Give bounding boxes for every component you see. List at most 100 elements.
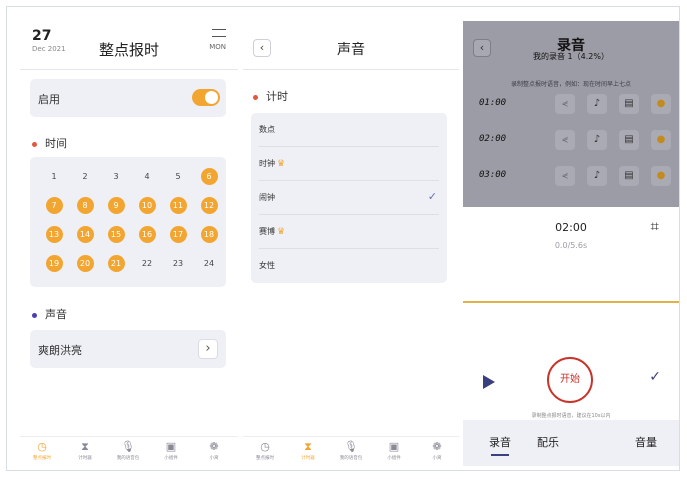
tab-hourglass[interactable]: ⧗ 计时器 bbox=[288, 440, 328, 461]
hour-cell[interactable]: 2 bbox=[77, 168, 94, 185]
hours-grid: 1 2 3 4 5 6 7 8 9 10 11 12 13 14 15 16 17 18 19 20 21 22 23 24 bbox=[30, 157, 226, 287]
hour-cell[interactable]: 9 bbox=[107, 197, 125, 214]
hour-cell[interactable]: 10 bbox=[138, 197, 156, 214]
tab-widget[interactable]: ▣ 小组件 bbox=[151, 440, 191, 461]
crown-icon: ♛ bbox=[277, 227, 286, 237]
enable-row: 启用 bbox=[30, 79, 226, 117]
hour-cell[interactable]: 1 bbox=[46, 168, 63, 185]
divider bbox=[243, 69, 459, 70]
recording-row: 02:00 ⋞ ♪ ▤ ● bbox=[473, 129, 671, 151]
tab-label: 我的语音包 bbox=[116, 456, 140, 461]
sound-option-text: 数点 bbox=[259, 125, 275, 134]
sheet-tab[interactable]: 录音 bbox=[489, 434, 511, 456]
tab-clock[interactable]: ◷ 整点报时 bbox=[245, 440, 285, 461]
share-icon[interactable]: ⋞ bbox=[555, 130, 575, 150]
section-dot bbox=[253, 94, 258, 100]
tab-label: 小窝 bbox=[209, 456, 219, 461]
recording-row-time: 01:00 bbox=[479, 98, 507, 108]
tab-mic[interactable]: 🎙 我的语音包 bbox=[331, 440, 371, 461]
hour-cell[interactable]: 21 bbox=[107, 255, 125, 272]
confirm-check-icon[interactable]: ✓ bbox=[649, 369, 661, 385]
sound-option-text: 女性 bbox=[259, 261, 275, 270]
hour-cell[interactable]: 20 bbox=[76, 255, 94, 272]
mic-icon[interactable]: ● bbox=[651, 94, 671, 114]
recording-note: 录制整点报时语音，建议在10s以内 bbox=[531, 413, 611, 419]
hour-cell[interactable]: 8 bbox=[76, 197, 94, 214]
sound-option[interactable]: 数点 bbox=[251, 113, 447, 147]
recording-screen: ‹ 录音 我的录音 1（4.2%） 录制整点报时语音，例如：现在时间早上七点 0… bbox=[463, 21, 679, 466]
mic-icon[interactable]: ● bbox=[651, 166, 671, 186]
hour-cell[interactable]: 12 bbox=[200, 197, 218, 214]
hour-cell[interactable]: 15 bbox=[107, 226, 125, 243]
sound-section-title: 声音 bbox=[32, 306, 67, 322]
menu-button[interactable]: MON bbox=[209, 29, 226, 51]
recording-sheet: 02:00 0.0/5.6s ⌗ 开始 ✓ 录制整点报时语音，建议在10s以内 … bbox=[463, 207, 679, 466]
sound-option[interactable]: 闹钟 ✓ bbox=[251, 181, 447, 215]
page-title: 声音 bbox=[337, 42, 365, 58]
hour-cell[interactable]: 13 bbox=[45, 226, 63, 243]
hourglass-icon: ⧗ bbox=[304, 440, 312, 453]
text-to-speech-icon[interactable]: ▤ bbox=[619, 166, 639, 186]
hour-cell[interactable]: 23 bbox=[170, 255, 187, 272]
text-to-speech-icon[interactable]: ▤ bbox=[619, 94, 639, 114]
sound-option-label: 女性 bbox=[259, 260, 275, 271]
recording-hint: 录制整点报时语音，例如：现在时间早上七点 bbox=[510, 81, 631, 88]
hour-cell[interactable]: 18 bbox=[200, 226, 218, 243]
tab-home[interactable]: ❁ 小窝 bbox=[194, 440, 234, 461]
hour-cell[interactable]: 7 bbox=[45, 197, 63, 214]
sound-option-label: 时钟 ♛ bbox=[259, 158, 285, 169]
screenshot-frame: 27 Dec 2021 整点报时 MON 启用 时间 1 2 3 4 5 6 7 8 9 10 11… bbox=[6, 6, 680, 471]
sound-name: 爽朗洪亮 bbox=[38, 344, 82, 357]
sound-row[interactable]: 爽朗洪亮 › bbox=[30, 330, 226, 368]
text-to-speech-icon[interactable]: ▤ bbox=[619, 130, 639, 150]
hour-cell[interactable]: 3 bbox=[108, 168, 125, 185]
hour-cell[interactable]: 19 bbox=[45, 255, 63, 272]
play-icon[interactable] bbox=[483, 375, 495, 389]
tab-clock[interactable]: ◷ 整点报时 bbox=[22, 440, 62, 461]
menu-icon bbox=[212, 29, 226, 37]
sound-option[interactable]: 赛博 ♛ bbox=[251, 215, 447, 249]
sound-list: 数点 时钟 ♛ 闹钟 ✓ 赛博 ♛ 女性 bbox=[251, 113, 447, 283]
share-icon[interactable]: ⋞ bbox=[555, 166, 575, 186]
tab-widget[interactable]: ▣ 小组件 bbox=[374, 440, 414, 461]
tab-mic[interactable]: 🎙 我的语音包 bbox=[108, 440, 148, 461]
time-section-title: 时间 bbox=[32, 135, 67, 151]
tab-label: 小组件 bbox=[387, 456, 401, 461]
crown-icon: ♛ bbox=[277, 159, 286, 169]
hour-cell[interactable]: 14 bbox=[76, 226, 94, 243]
start-record-button[interactable]: 开始 bbox=[547, 357, 593, 403]
hour-cell[interactable]: 11 bbox=[169, 197, 187, 214]
mic-icon[interactable]: ● bbox=[651, 130, 671, 150]
music-note-icon[interactable]: ♪ bbox=[587, 94, 607, 114]
divider bbox=[20, 69, 238, 70]
chevron-right-icon[interactable]: › bbox=[198, 339, 218, 359]
sheet-tab[interactable]: 配乐 bbox=[537, 434, 559, 450]
share-icon[interactable]: ⋞ bbox=[555, 94, 575, 114]
hour-cell[interactable]: 17 bbox=[169, 226, 187, 243]
hour-cell[interactable]: 16 bbox=[138, 226, 156, 243]
sheet-tab[interactable]: 音量 bbox=[635, 434, 657, 450]
section-dot bbox=[32, 312, 37, 318]
tab-hourglass[interactable]: ⧗ 计时器 bbox=[65, 440, 105, 461]
tab-home[interactable]: ❁ 小窝 bbox=[417, 440, 457, 461]
recording-row-time: 03:00 bbox=[479, 170, 507, 180]
tab-label: 整点报时 bbox=[33, 456, 51, 461]
sound-option-label: 数点 bbox=[259, 124, 275, 135]
sound-section-label: 声音 bbox=[45, 308, 67, 321]
hour-cell[interactable]: 22 bbox=[139, 255, 156, 272]
music-note-icon[interactable]: ♪ bbox=[587, 166, 607, 186]
hour-cell[interactable]: 4 bbox=[139, 168, 156, 185]
home-icon: ❁ bbox=[432, 440, 442, 453]
timer-section-title: 计时 bbox=[253, 88, 288, 104]
hour-cell[interactable]: 5 bbox=[170, 168, 187, 185]
hour-cell[interactable]: 24 bbox=[201, 255, 218, 272]
music-note-icon[interactable]: ♪ bbox=[587, 130, 607, 150]
crop-icon[interactable]: ⌗ bbox=[651, 217, 659, 235]
sound-option[interactable]: 时钟 ♛ bbox=[251, 147, 447, 181]
hour-cell[interactable]: 6 bbox=[200, 168, 218, 185]
sound-option[interactable]: 女性 bbox=[251, 249, 447, 283]
enable-toggle[interactable] bbox=[192, 89, 220, 106]
clock-icon: ◷ bbox=[37, 440, 47, 453]
tab-label: 计时器 bbox=[301, 456, 315, 461]
sound-option-text: 时钟 bbox=[259, 159, 275, 168]
